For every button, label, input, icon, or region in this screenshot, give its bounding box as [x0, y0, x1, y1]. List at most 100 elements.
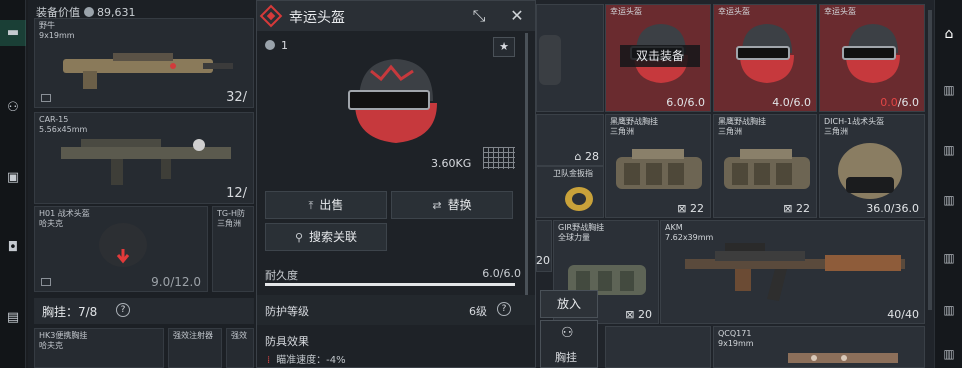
coin-icon [265, 40, 275, 50]
slot-helmet-name: H01 战术头盔 哈夫克 [39, 209, 90, 229]
chest-slot-target[interactable]: ⚇ 胸挂 [540, 320, 598, 368]
chest-slot-label: 胸挂 [555, 351, 577, 364]
inventory-lucky-helmet[interactable]: 幸运头盔 0.0/6.0 [819, 4, 925, 112]
safe-box-icon[interactable]: ⌂ [939, 24, 959, 44]
search-label: 搜索关联 [309, 230, 358, 244]
inventory-chest-rig[interactable]: 黑鹰野战胸挂 三角洲 ⊠ 22 [713, 114, 817, 218]
helmet-image [99, 223, 147, 267]
container-icon[interactable]: ▥ [939, 190, 959, 210]
vest-icon: ⚇ [561, 325, 574, 341]
item-title: GIR野战胸挂 [558, 223, 605, 232]
container-icon[interactable]: ▥ [939, 300, 959, 320]
lock-icon [41, 278, 51, 286]
chest-rig-image [724, 149, 810, 189]
equipment-panel: 装备价值 89,631 野牛 9x19mm 32/ CAR-15 5.56x45m… [28, 0, 256, 368]
protection-value: 6级 [469, 305, 487, 318]
injector-item[interactable]: 强效注射器 [168, 328, 222, 368]
lock-icon [41, 94, 51, 102]
case-icon[interactable]: ▤ [3, 308, 23, 328]
item-name: 幸运头盔 [610, 7, 642, 16]
item-faction: 三角洲 [718, 127, 742, 136]
item-name: DICH-1战术头盔 三角洲 [824, 117, 884, 137]
inventory-scrollbar[interactable] [928, 10, 932, 310]
secondary-weapon-slot[interactable]: CAR-15 5.56x45mm 12/ [34, 112, 254, 204]
helmet-slot[interactable]: H01 战术头盔 哈夫克 9.0/12.0 [34, 206, 208, 292]
item-durability: 0.0/6.0 [880, 96, 919, 109]
weapon-name: CAR-15 [39, 115, 69, 124]
place-button[interactable]: 放入 [540, 290, 598, 318]
equip-hint-overlay[interactable]: 双击装备 [620, 45, 700, 67]
item-faction: 三角洲 [610, 127, 634, 136]
item-faction: 全球力量 [558, 233, 590, 242]
debuff-icon: ⁞ [267, 355, 271, 366]
inventory-chest-rig[interactable]: 黑鹰野战胸挂 三角洲 ⊠ 22 [605, 114, 711, 218]
stack-count-value: 22 [690, 202, 704, 215]
armor-slot[interactable]: TG-H防 三角洲 [212, 206, 254, 292]
popup-scrollbar[interactable] [525, 33, 528, 295]
quantity: 1 [265, 39, 288, 52]
bag-icon[interactable]: ◘ [3, 238, 23, 258]
slot-armor-name: TG-H防 三角洲 [217, 209, 245, 229]
inventory-lucky-helmet[interactable]: 幸运头盔 4.0/6.0 [713, 4, 817, 112]
item-name: 强效注射器 [173, 331, 213, 340]
container-icon[interactable]: ▥ [939, 140, 959, 160]
collapse-icon[interactable]: ⤡ [469, 6, 489, 26]
inventory-akm[interactable]: AKM 7.62x39mm 40/40 [660, 220, 925, 324]
stack-count: ⊠ 22 [677, 202, 704, 215]
stack-count: ⊠ 20 [625, 308, 652, 321]
helmet-faction: 哈夫克 [39, 219, 63, 228]
inventory-item-partial[interactable] [536, 4, 604, 112]
close-icon[interactable]: ✕ [507, 6, 527, 26]
stack-count-value: 20 [638, 308, 652, 321]
chest-rig-item-name: HK3便携胸挂 哈夫克 [39, 331, 87, 351]
injector-item[interactable]: 强效 [226, 328, 254, 368]
coin-icon [84, 7, 94, 17]
durability-max: /6.0 [897, 96, 919, 109]
help-icon[interactable]: ? [497, 302, 511, 316]
primary-weapon-slot[interactable]: 野牛 9x19mm 32/ [34, 18, 254, 108]
container-icon[interactable]: ▥ [939, 80, 959, 100]
replace-button[interactable]: ⇄ 替换 [391, 191, 513, 219]
swap-icon: ⇄ [432, 199, 442, 212]
search-icon: ⚲ [294, 231, 304, 244]
inventory-item[interactable]: ⌂ 28 [536, 114, 604, 166]
sell-button[interactable]: ⤒ 出售 [265, 191, 387, 219]
item-name: HK3便携胸挂 [39, 331, 88, 340]
item-faction: 三角洲 [824, 127, 848, 136]
item-faction: 哈夫克 [39, 341, 63, 350]
item-name: 强效 [231, 331, 247, 340]
inventory-item[interactable] [605, 326, 711, 368]
gold-ring-image [565, 187, 593, 211]
item-caliber: 9x19mm [718, 339, 754, 348]
inventory-lucky-helmet[interactable]: 幸运头盔 双击装备 6.0/6.0 [605, 4, 711, 112]
help-icon[interactable]: ? [116, 303, 130, 317]
quantity-value: 1 [281, 39, 288, 52]
item-durability: 36.0/36.0 [866, 202, 919, 215]
ammo-count: 40/40 [887, 308, 919, 321]
inventory-gold-ring[interactable]: 卫队金扳指 [536, 166, 604, 218]
chest-rig-item[interactable]: HK3便携胸挂 哈夫克 [34, 328, 164, 368]
item-detail-popup: 幸运头盔 ⤡ ✕ 1 ★ 3.60KG ⤒ 出售 ⇄ 替换 ⚲ 搜索关联 耐久度 6.… [256, 0, 536, 368]
item-title: QCQ171 [718, 329, 752, 338]
helmet-image [539, 35, 561, 85]
chest-rig-image [616, 149, 702, 189]
gun-icon[interactable]: ▬ [3, 23, 23, 43]
container-icon[interactable]: ▥ [939, 248, 959, 268]
vest-icon[interactable]: ⚇ [3, 98, 23, 118]
item-durability: 6.0/6.0 [666, 96, 705, 109]
inventory-qcq171[interactable]: QCQ171 9x19mm [713, 326, 925, 368]
inventory-dich-helmet[interactable]: DICH-1战术头盔 三角洲 36.0/36.0 [819, 114, 925, 218]
protection-label: 防护等级 [265, 305, 309, 318]
item-title: 黑鹰野战胸挂 [610, 117, 658, 126]
item-name: 黑鹰野战胸挂 三角洲 [610, 117, 658, 137]
container-icon[interactable]: ▥ [939, 344, 959, 364]
stack-count-value: 22 [796, 202, 810, 215]
stack-count: ⌂ 28 [574, 150, 599, 163]
star-icon[interactable]: ★ [493, 37, 515, 57]
backpack-icon[interactable]: ▣ [3, 168, 23, 188]
tactical-helmet-image [838, 143, 902, 199]
search-related-button[interactable]: ⚲ 搜索关联 [265, 223, 387, 251]
ammo-count: 12/ [226, 186, 247, 201]
durability-bar [265, 283, 515, 286]
left-nav: ▬ ⚇ ▣ ◘ ▤ [0, 0, 26, 368]
